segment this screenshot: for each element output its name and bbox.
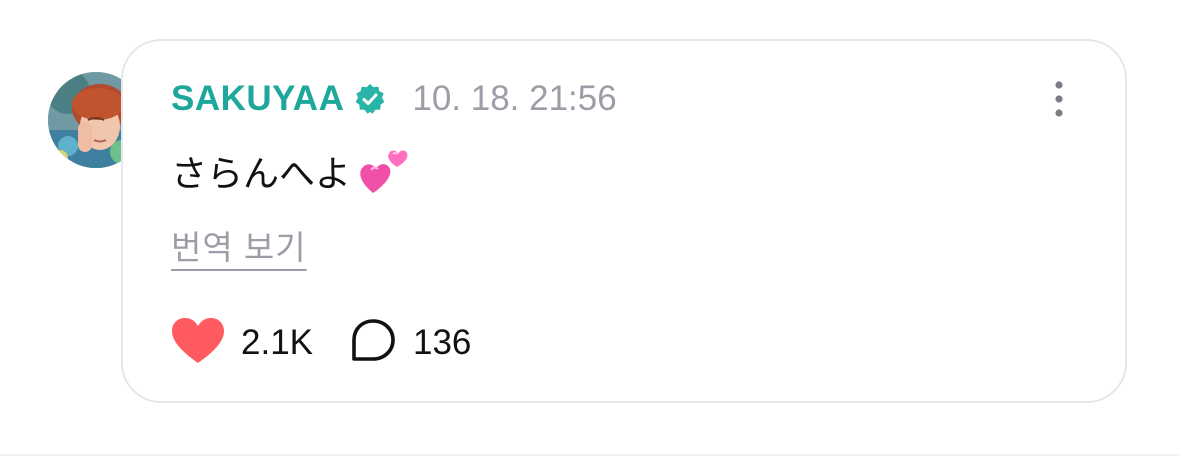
- author-name[interactable]: SAKUYAA: [171, 79, 344, 119]
- post-actions: 2.1K 136: [171, 317, 471, 370]
- comment-bubble-icon: [349, 318, 397, 369]
- post-page: SAKUYAA 10. 18. 21:56 さらんへよ 번역 보기 2.1K 1…: [0, 0, 1179, 456]
- like-count: 2.1K: [241, 323, 313, 362]
- post-header: SAKUYAA 10. 18. 21:56: [171, 77, 617, 121]
- post-card: SAKUYAA 10. 18. 21:56 さらんへよ 번역 보기 2.1K 1…: [121, 39, 1127, 403]
- translate-link[interactable]: 번역 보기: [171, 221, 307, 269]
- heart-icon: [171, 317, 225, 370]
- two-hearts-emoji: [359, 143, 411, 195]
- verified-badge-icon: [354, 83, 386, 115]
- like-button[interactable]: 2.1K: [171, 317, 313, 370]
- post-body: さらんへよ: [171, 145, 411, 197]
- post-text: さらんへよ: [171, 153, 352, 194]
- post-timestamp: 10. 18. 21:56: [412, 79, 617, 118]
- more-options-icon[interactable]: [1047, 79, 1071, 119]
- comment-count: 136: [413, 323, 472, 362]
- comment-button[interactable]: 136: [349, 318, 471, 369]
